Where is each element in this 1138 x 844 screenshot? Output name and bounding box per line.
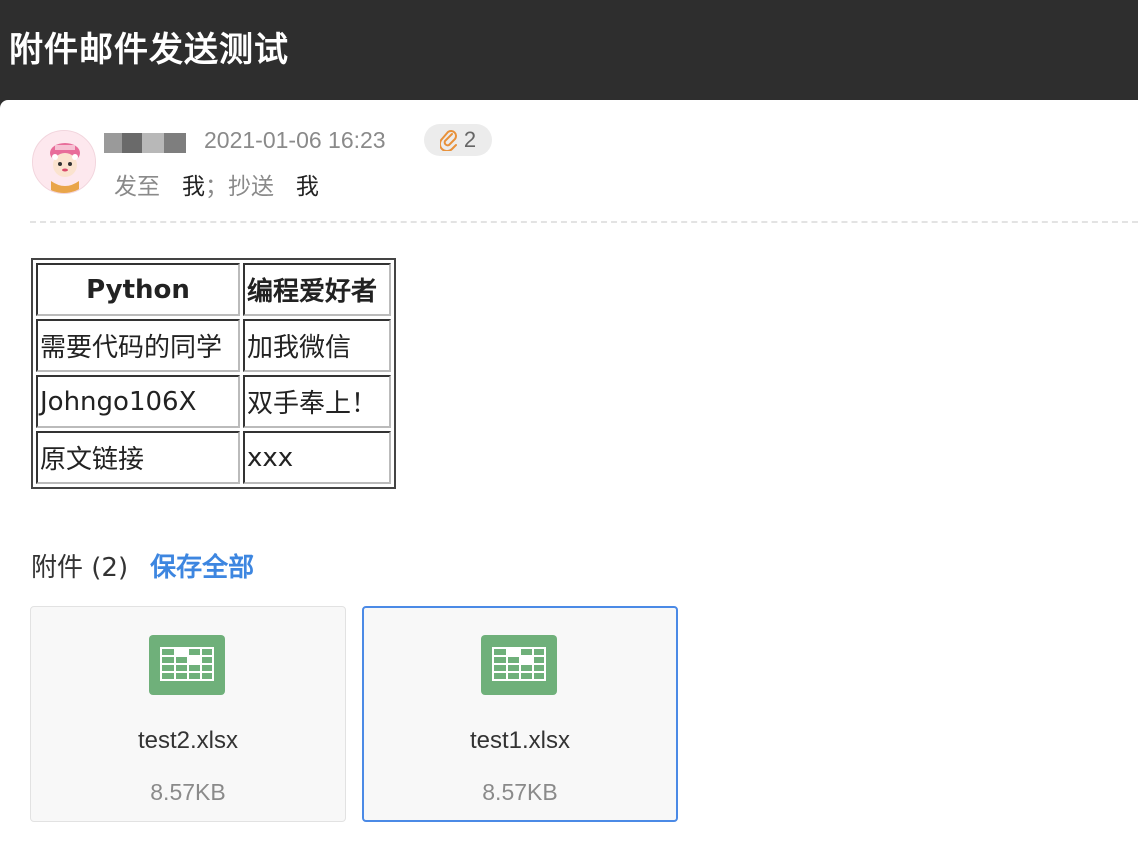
attachment-filename: test2.xlsx — [137, 727, 239, 754]
table-row: 原文链接 xxx — [36, 431, 391, 484]
mail-subject-title: 附件邮件发送测试 — [9, 30, 289, 70]
table-row: Python 编程爱好者 — [36, 263, 391, 316]
to-recipient[interactable]: 我 — [182, 174, 205, 200]
recipients-line: 发至 我；抄送 我 — [114, 167, 319, 201]
attachment-card-test2[interactable]: test2.xlsx 8.57KB — [30, 606, 346, 822]
table-cell: Python — [36, 263, 240, 316]
sender-name-redacted — [104, 133, 186, 153]
avatar-image — [33, 131, 95, 193]
attachments-header: 附件 (2) 保存全部 — [31, 547, 254, 584]
sender-avatar[interactable] — [32, 130, 96, 194]
attachment-card-test1[interactable]: test1.xlsx 8.57KB — [362, 606, 678, 822]
to-label: 发至 — [114, 174, 160, 200]
excel-file-icon — [149, 635, 225, 695]
table-cell: Johngo106X — [36, 375, 240, 428]
table-row: 需要代码的同学 加我微信 — [36, 319, 391, 372]
table-row: Johngo106X 双手奉上！ — [36, 375, 391, 428]
table-cell: 原文链接 — [36, 431, 240, 484]
message-date: 2021-01-06 16:23 — [204, 127, 386, 153]
excel-file-icon — [481, 635, 557, 695]
window-titlebar: 附件邮件发送测试 — [0, 0, 1138, 100]
cc-label: 抄送 — [227, 174, 274, 200]
table-cell: 双手奉上！ — [243, 375, 391, 428]
save-all-link[interactable]: 保存全部 — [150, 553, 254, 583]
recipient-separator: ； — [204, 174, 228, 200]
header-divider — [30, 221, 1138, 223]
attachment-filesize: 8.57KB — [150, 779, 226, 805]
attachment-count-badge[interactable]: 2 — [424, 124, 492, 156]
attachment-count: 2 — [463, 127, 477, 152]
attachment-filename: test1.xlsx — [469, 727, 571, 754]
table-cell: 编程爱好者 — [243, 263, 391, 316]
message-body-table: Python 编程爱好者 需要代码的同学 加我微信 Johngo106X 双手奉… — [31, 258, 396, 489]
table-cell: 需要代码的同学 — [36, 319, 240, 372]
attachments-label: 附件 (2) — [31, 553, 129, 583]
table-cell: xxx — [243, 431, 391, 484]
cc-recipient[interactable]: 我 — [296, 174, 319, 200]
mail-reading-pane: 2021-01-06 16:23 2 发至 我；抄送 我 Python 编程爱好… — [0, 100, 1138, 844]
attachment-filesize: 8.57KB — [482, 779, 558, 805]
paperclip-icon — [439, 130, 457, 151]
table-cell: 加我微信 — [243, 319, 391, 372]
